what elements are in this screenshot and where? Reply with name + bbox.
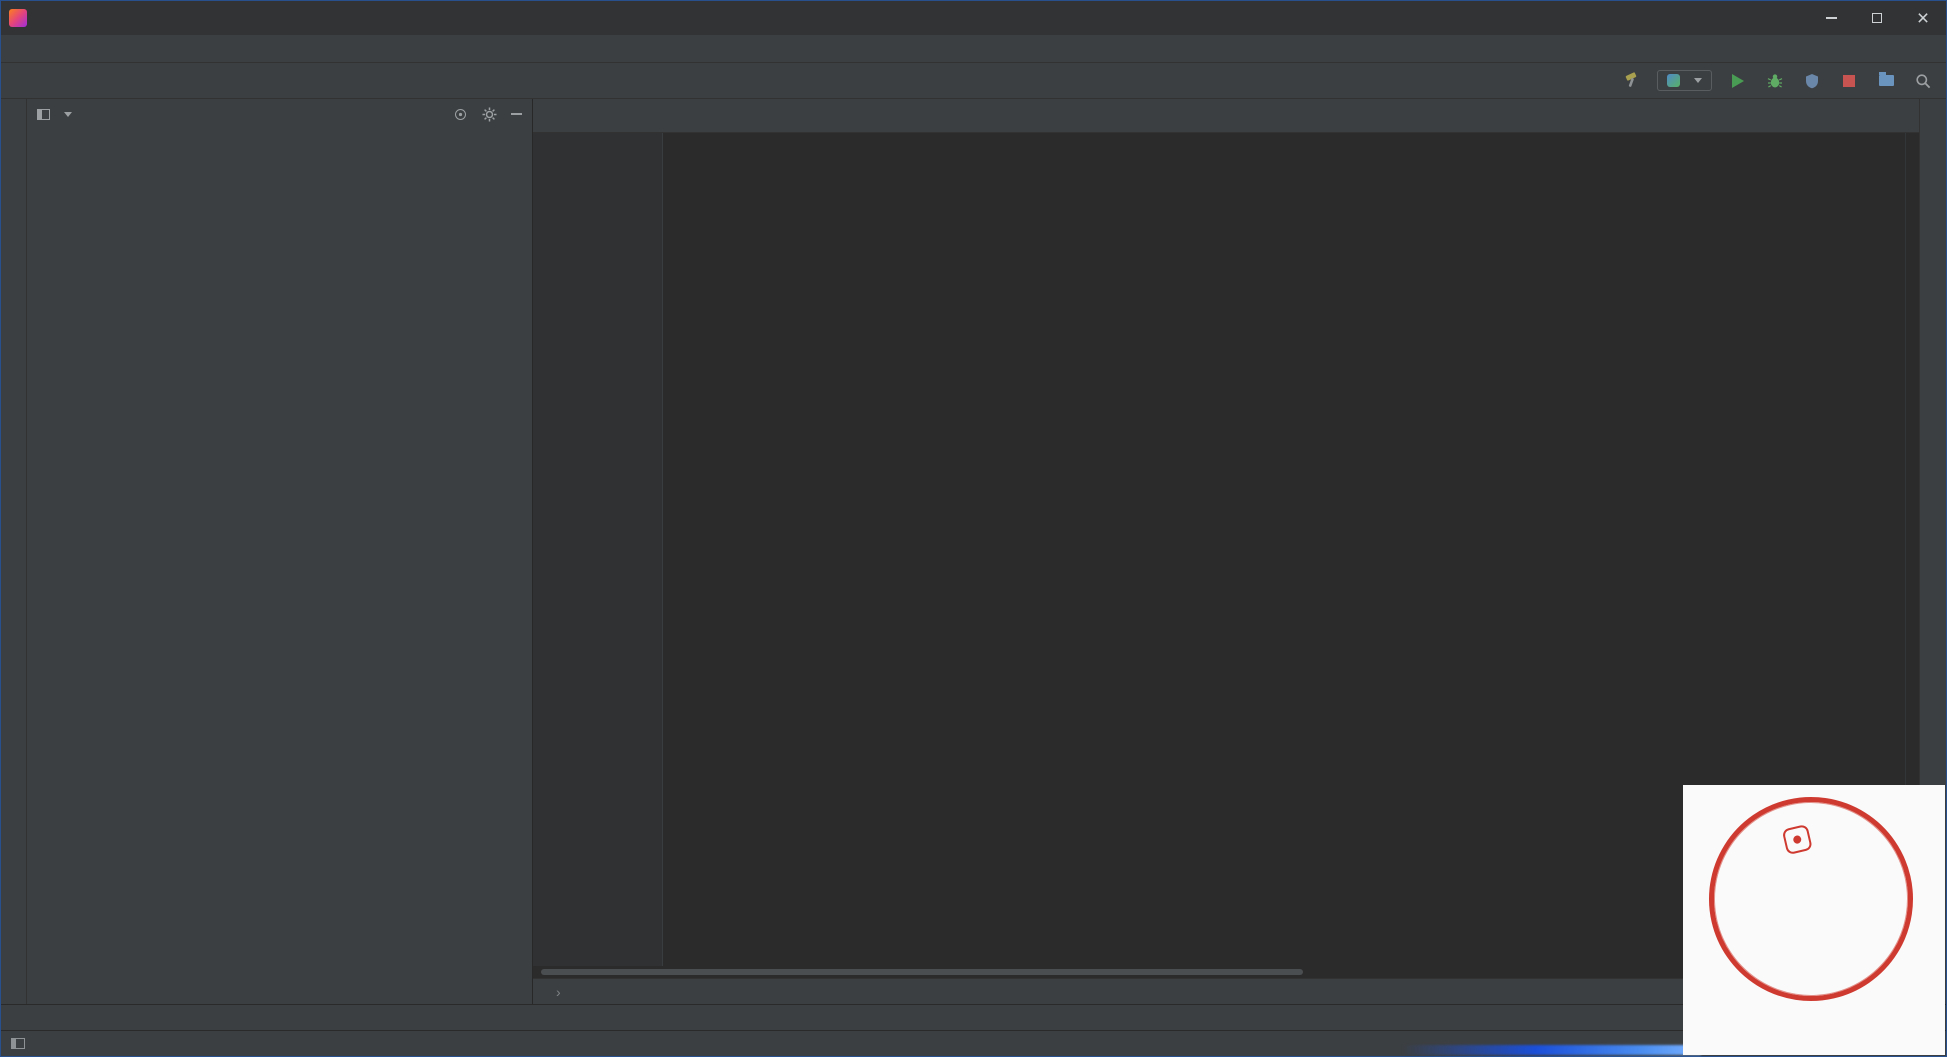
toolwindow-toggle-icon[interactable] [11,1038,25,1049]
run-toolbar [1620,70,1934,92]
run-button[interactable] [1727,70,1749,92]
breakpoint-gutter[interactable] [533,133,663,966]
progress-glow [1401,1045,1701,1055]
breadcrumb-separator-icon [556,984,561,1000]
run-config-selector[interactable] [1657,70,1712,91]
project-tree[interactable] [27,129,532,1004]
navigation-toolbar [1,63,1946,99]
stamp-footer-text [1683,1036,1944,1057]
stamp-sub-text [1796,857,1808,860]
idea-logo-icon [9,9,27,27]
watermark-panel [1683,785,1945,1055]
tool-window-bar [1,1004,1946,1030]
debug-button[interactable] [1764,70,1786,92]
stop-button[interactable] [1838,70,1860,92]
project-view-icon [37,109,50,120]
menu-bar [1,35,1946,63]
gear-icon[interactable] [482,107,497,122]
editor-tab-bar [533,99,1919,133]
search-icon[interactable] [1912,70,1934,92]
chevron-down-icon[interactable] [64,112,72,117]
project-tool-window [27,99,533,1004]
intellij-window [0,0,1947,1057]
app-config-icon [1667,74,1680,87]
scrollbar-thumb[interactable] [541,969,1303,975]
hide-panel-icon[interactable] [511,113,522,115]
chevron-down-icon [1694,78,1702,83]
title-bar [1,1,1946,35]
coverage-button[interactable] [1801,70,1823,92]
close-button[interactable] [1900,1,1946,35]
project-panel-header [27,99,532,129]
stamp-logo-icon [1782,824,1813,855]
module-settings-icon[interactable] [1875,70,1897,92]
locate-file-icon[interactable] [453,107,468,122]
yuanlrc-stamp [1689,777,1934,1022]
build-hammer-icon[interactable] [1620,70,1642,92]
left-tool-stripe [1,99,27,1004]
maximize-button[interactable] [1854,1,1900,35]
minimize-button[interactable] [1808,1,1854,35]
